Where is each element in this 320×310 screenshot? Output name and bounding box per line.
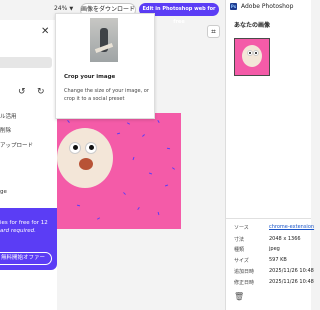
detail-value-added: 2025/11/26 10:48 bbox=[269, 268, 314, 274]
menu-item-utilize[interactable]: ル活用 bbox=[0, 112, 17, 120]
promo-text-line1: ies for free for 12 bbox=[0, 220, 48, 226]
crop-preview-image bbox=[90, 18, 118, 62]
free-trial-promo: ies for free for 12 ard required. 無料開始オフ… bbox=[0, 208, 57, 270]
donut-hole bbox=[79, 158, 93, 170]
left-panel-search-bar[interactable] bbox=[0, 57, 52, 68]
menu-item-delete[interactable]: 削除 bbox=[0, 126, 11, 134]
detail-value-dimensions: 2048 x 1366 bbox=[269, 236, 301, 242]
detail-value-type: jpeg bbox=[269, 246, 280, 252]
detail-value-size: 597 KB bbox=[269, 257, 287, 263]
menu-item-image[interactable]: ge bbox=[0, 189, 7, 195]
menu-item-upload[interactable]: アップロード bbox=[0, 141, 33, 149]
free-trial-button[interactable]: 無料開始オファー bbox=[0, 252, 52, 265]
tooltip-description-line1: Change the size of your image, or bbox=[64, 88, 149, 94]
tooltip-title: Crop your image bbox=[64, 74, 116, 80]
undo-icon[interactable]: ↺ bbox=[18, 87, 26, 97]
section-title: あなたの画像 bbox=[234, 22, 271, 29]
detail-label-dimensions: 寸法 bbox=[234, 237, 245, 243]
right-panel: Ps Adobe Photoshop あなたの画像 ソース chrome-ext… bbox=[225, 0, 314, 310]
detail-label-size: サイズ bbox=[234, 258, 249, 264]
close-icon[interactable]: ✕ bbox=[41, 26, 49, 37]
detail-value-modified: 2025/11/26 10:48 bbox=[269, 279, 314, 285]
trash-icon[interactable]: 🗑 bbox=[234, 292, 244, 301]
chevron-down-icon: ▼ bbox=[69, 6, 74, 12]
canvas-area: 24% ▼ 画像をダウンロード Edit in Photoshop web for… bbox=[0, 0, 225, 310]
eye-left bbox=[69, 142, 81, 154]
detail-label-source: ソース bbox=[234, 225, 249, 231]
crop-icon[interactable]: ⌗ bbox=[207, 25, 220, 38]
image-thumbnail[interactable] bbox=[234, 38, 270, 76]
zoom-dropdown[interactable]: 24% ▼ bbox=[54, 5, 73, 12]
thumbnail-donut bbox=[242, 45, 262, 67]
promo-text-line2: ard required. bbox=[0, 228, 36, 234]
redo-icon[interactable]: ↻ bbox=[37, 87, 45, 97]
detail-label-type: 種類 bbox=[234, 247, 245, 253]
detail-label-modified: 修正日時 bbox=[234, 280, 255, 286]
divider bbox=[226, 218, 311, 219]
zoom-level: 24% bbox=[54, 5, 68, 12]
eye-right bbox=[85, 142, 97, 154]
detail-value-source[interactable]: chrome-extension bbox=[269, 224, 314, 230]
photoshop-logo-icon: Ps bbox=[230, 3, 237, 10]
donut-shape bbox=[57, 128, 113, 188]
tooltip-description-line2: crop it to a social preset bbox=[64, 96, 125, 102]
main-image[interactable] bbox=[57, 113, 181, 229]
crop-tooltip: Crop your image Change the size of your … bbox=[55, 13, 155, 119]
app-title: Adobe Photoshop bbox=[241, 3, 294, 10]
left-panel: ✕ ↺ ↻ ル活用 削除 アップロード ge ies for free for … bbox=[0, 20, 57, 310]
detail-label-added: 追加日時 bbox=[234, 269, 255, 275]
